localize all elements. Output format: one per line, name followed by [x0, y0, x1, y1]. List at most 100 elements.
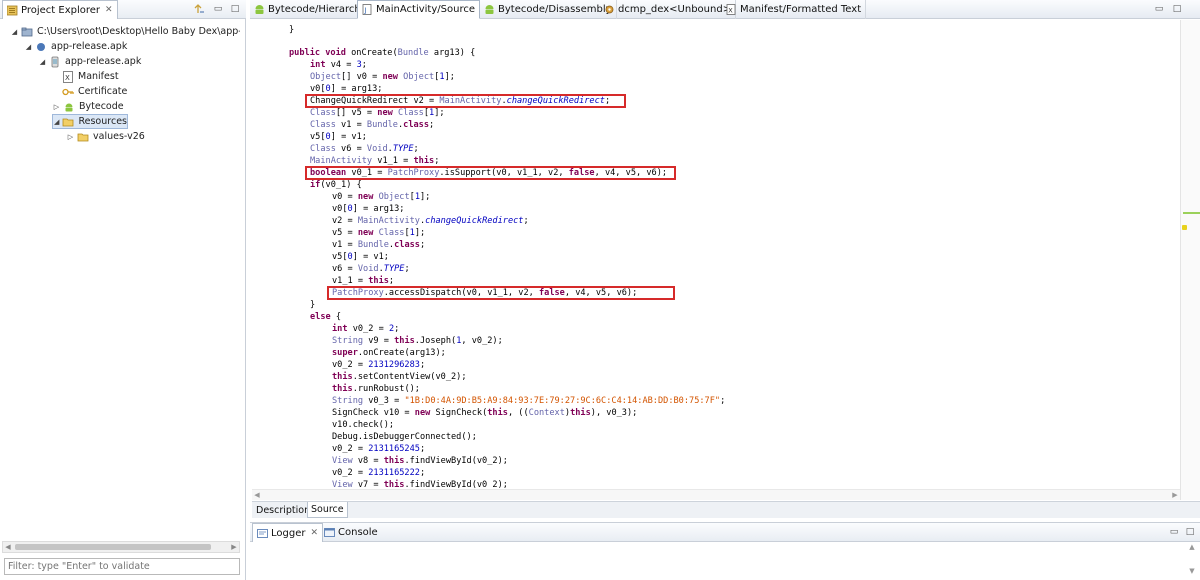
tab-dcmp-dex[interactable]: dcmp_dex<Unbound> [600, 0, 737, 19]
close-icon[interactable]: ✕ [105, 5, 113, 15]
overview-ruler[interactable] [1180, 20, 1200, 500]
filter-input[interactable] [4, 558, 240, 575]
xml-file-icon: X [726, 4, 737, 15]
code-line: Class v1 = Bundle.class; [310, 120, 435, 130]
apk-unit-icon [49, 56, 61, 68]
code-line: Object[] v0 = new Object[1]; [310, 72, 455, 82]
code-line: v6 = Void.TYPE; [332, 264, 410, 274]
certificate-key-icon [62, 86, 74, 98]
tree-item-project-root[interactable]: ◢ C:\Users\root\Desktop\Hello Baby Dex\a… [10, 24, 240, 39]
java-file-icon: J [362, 4, 373, 15]
code-text: } [289, 25, 295, 35]
close-icon[interactable]: ✕ [310, 528, 318, 538]
tab-label: Bytecode/Disassembly [498, 4, 612, 15]
scroll-right-icon[interactable]: ▶ [229, 542, 239, 552]
tab-project-explorer[interactable]: Project Explorer ✕ [2, 0, 118, 19]
tree-item-label: app-release.apk [51, 41, 128, 52]
source-code-view[interactable]: } public void onCreate(Bundle arg13) { i… [252, 20, 1172, 488]
tree-item-resources[interactable]: ◢ Resources [52, 114, 128, 129]
link-editor-icon[interactable] [193, 3, 205, 15]
collapsed-arrow-icon[interactable]: ▷ [66, 132, 75, 141]
code-line: v5[0] = v1; [310, 132, 367, 142]
folder-open-icon [62, 116, 74, 128]
tree-item-label: C:\Users\root\Desktop\Hello Baby Dex\app… [37, 26, 240, 37]
scroll-right-icon[interactable]: ▶ [1170, 490, 1180, 500]
tab-console[interactable]: Console [320, 523, 382, 542]
tree-item-values-v26[interactable]: ▷ values-v26 [66, 129, 145, 144]
maximize-icon[interactable]: □ [1184, 526, 1196, 538]
scroll-down-icon[interactable]: ▼ [1186, 567, 1198, 575]
tab-label: MainActivity/Source [376, 4, 475, 15]
tab-bytecode-disassembly[interactable]: Bytecode/Disassembly [480, 0, 617, 19]
code-line: Debug.isDebuggerConnected(); [332, 431, 477, 443]
code-line: int v4 = 3; [310, 60, 367, 70]
tree-item-manifest[interactable]: X Manifest [62, 69, 119, 84]
code-line: SignCheck v10 = new SignCheck(this, ((Co… [332, 408, 638, 418]
tab-description[interactable]: Description [253, 502, 313, 518]
tree-item-label: Certificate [78, 86, 128, 97]
minimize-icon[interactable]: ▭ [1153, 3, 1165, 15]
code-line: if(v0_1) { [310, 180, 362, 190]
expanded-arrow-icon[interactable]: ◢ [24, 42, 33, 51]
maximize-icon[interactable]: □ [1171, 3, 1183, 15]
tab-label: Console [338, 527, 378, 538]
android-icon [63, 101, 75, 113]
svg-text:J: J [364, 7, 367, 15]
logger-vertical-scrollbar[interactable]: ▲ ▼ [1186, 543, 1198, 577]
project-folder-icon [21, 26, 33, 38]
minimize-icon[interactable]: ▭ [212, 3, 224, 15]
decompiler-gear-icon [604, 4, 615, 15]
editor-tab-bar: Bytecode/Hierarchy J MainActivity/Source… [250, 0, 1200, 19]
collapsed-arrow-icon[interactable]: ▷ [52, 102, 61, 111]
tree-item-apk-artifact[interactable]: ◢ app-release.apk [24, 39, 128, 54]
tree-item-certificate[interactable]: Certificate [62, 84, 127, 99]
highlight-box [305, 166, 676, 180]
tab-label: Source [311, 504, 344, 515]
code-text: } [310, 300, 316, 310]
ruler-marker[interactable] [1183, 212, 1200, 214]
maximize-icon[interactable]: □ [229, 3, 241, 15]
scroll-up-icon[interactable]: ▲ [1186, 543, 1198, 551]
console-icon [324, 527, 335, 538]
code-line: } [289, 24, 294, 36]
scroll-left-icon[interactable]: ◀ [3, 542, 13, 552]
code-line: super.onCreate(arg13); [332, 348, 446, 358]
code-line: this.runRobust(); [332, 384, 420, 394]
code-horizontal-scrollbar[interactable]: ◀ ▶ [252, 489, 1180, 500]
android-icon [254, 4, 265, 15]
code-line: v0_2 = 2131165222; [332, 468, 426, 478]
expanded-arrow-icon[interactable]: ◢ [53, 117, 60, 126]
tab-mainactivity-source[interactable]: J MainActivity/Source [357, 0, 480, 19]
tab-logger[interactable]: Logger ✕ [252, 523, 324, 542]
code-text: Debug.isDebuggerConnected(); [332, 432, 477, 442]
project-explorer-icon [6, 5, 18, 16]
android-icon [484, 4, 495, 15]
tab-label: dcmp_dex<Unbound> [618, 4, 732, 15]
logger-panel: Logger ✕ Console ▭ □ [250, 522, 1200, 580]
code-line: public void onCreate(Bundle arg13) { [289, 48, 476, 58]
tab-source[interactable]: Source [307, 502, 348, 518]
tab-manifest-formatted-text[interactable]: X Manifest/Formatted Text [722, 0, 867, 19]
ruler-marker[interactable] [1182, 225, 1187, 230]
tree-item-label: values-v26 [93, 131, 145, 142]
project-explorer-header: Project Explorer ✕ ▭ □ [0, 0, 246, 19]
project-tree: ◢ C:\Users\root\Desktop\Hello Baby Dex\a… [0, 21, 240, 541]
logger-icon [257, 528, 268, 539]
code-line: Class v6 = Void.TYPE; [310, 144, 419, 154]
horizontal-scrollbar[interactable]: ◀ ▶ [2, 541, 240, 553]
code-line: v5[0] = v1; [332, 252, 389, 262]
folder-icon [77, 131, 89, 143]
scroll-left-icon[interactable]: ◀ [252, 490, 262, 500]
code-line: View v7 = this.findViewById(v0_2); [332, 480, 508, 488]
code-line: int v0_2 = 2; [332, 324, 400, 334]
tree-item-apk-unit[interactable]: ◢ app-release.apk [38, 54, 142, 69]
expanded-arrow-icon[interactable]: ◢ [10, 27, 19, 36]
svg-text:X: X [65, 74, 70, 82]
code-line: View v8 = this.findViewById(v0_2); [332, 456, 508, 466]
tab-bytecode-hierarchy[interactable]: Bytecode/Hierarchy [250, 0, 372, 19]
scrollbar-thumb[interactable] [15, 544, 211, 550]
expanded-arrow-icon[interactable]: ◢ [38, 57, 47, 66]
minimize-icon[interactable]: ▭ [1168, 526, 1180, 538]
tab-label: Description [256, 504, 311, 516]
tree-item-bytecode[interactable]: ▷ Bytecode [52, 99, 124, 114]
